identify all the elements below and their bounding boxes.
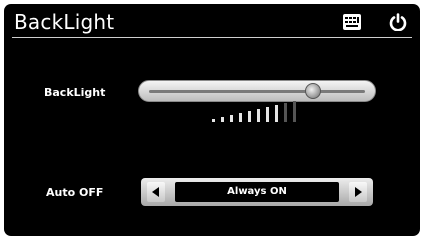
level-bar	[248, 111, 251, 122]
keyboard-icon[interactable]	[342, 13, 362, 31]
auto-off-next-button[interactable]	[349, 182, 367, 202]
auto-off-value: Always ON	[175, 182, 339, 202]
level-bar	[284, 103, 287, 122]
power-icon[interactable]	[388, 13, 408, 32]
brightness-level-indicator	[212, 100, 302, 122]
backlight-screen: BackLight BackLight Auto OFF Always ON	[4, 4, 420, 236]
backlight-label: BackLight	[44, 86, 106, 99]
slider-track	[149, 90, 365, 93]
arrow-left-icon	[152, 187, 159, 197]
level-bar	[239, 113, 242, 122]
level-bar	[275, 105, 278, 122]
page-title: BackLight	[14, 10, 115, 34]
level-bar	[266, 107, 269, 122]
auto-off-label: Auto OFF	[46, 186, 104, 199]
auto-off-selector: Always ON	[141, 178, 373, 206]
backlight-slider[interactable]	[138, 80, 376, 102]
level-bar	[230, 115, 233, 122]
level-bar	[257, 109, 260, 122]
level-bar	[221, 117, 224, 122]
auto-off-prev-button[interactable]	[147, 182, 165, 202]
slider-thumb[interactable]	[304, 83, 321, 99]
arrow-right-icon	[355, 187, 362, 197]
title-divider	[12, 37, 412, 38]
level-bar	[293, 101, 296, 122]
level-bar	[212, 119, 215, 122]
